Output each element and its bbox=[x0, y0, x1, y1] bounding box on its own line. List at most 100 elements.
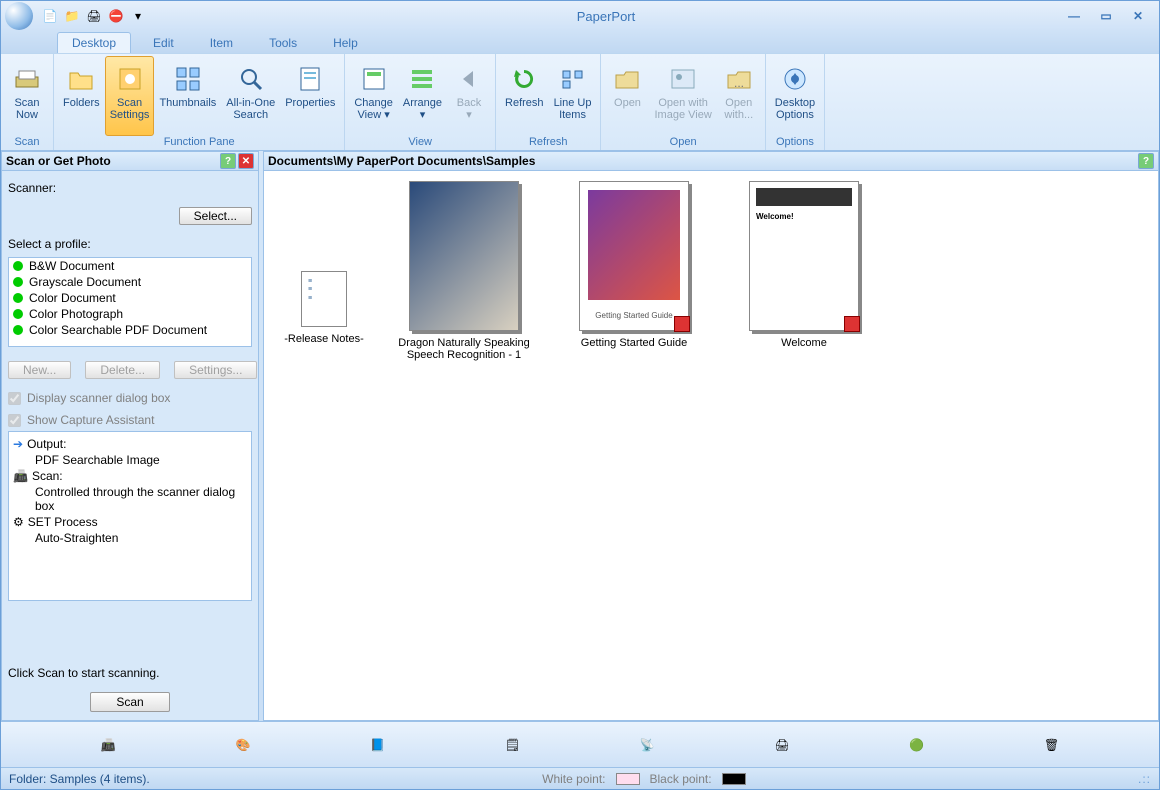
qat-dropdown-icon[interactable]: ▾ bbox=[129, 7, 147, 25]
properties-icon bbox=[294, 63, 326, 95]
help-icon[interactable]: ? bbox=[1138, 153, 1154, 169]
profile-item[interactable]: Color Photograph bbox=[9, 306, 251, 322]
ribbon-scanner-button[interactable]: ScanNow bbox=[5, 56, 49, 136]
profile-settings-button[interactable]: Settings... bbox=[174, 361, 257, 379]
thumbnail-area[interactable]: ≡≡≡-Release Notes- Dragon Naturally Speak… bbox=[263, 171, 1159, 721]
ribbon-change-view-button[interactable]: ChangeView ▾ bbox=[349, 56, 398, 136]
open-with-icon: ... bbox=[723, 63, 755, 95]
minimize-button[interactable]: — bbox=[1065, 9, 1083, 23]
thumbnail-image: Welcome! bbox=[749, 181, 859, 331]
arrange-icon bbox=[406, 63, 438, 95]
ribbon-arrange-button[interactable]: Arrange▾ bbox=[398, 56, 447, 136]
select-scanner-button[interactable]: Select... bbox=[179, 207, 252, 225]
ribbon-open-with-button: ...Openwith... bbox=[717, 56, 761, 136]
sendto-app-icon[interactable]: 🟢 bbox=[902, 730, 932, 760]
arrow-icon: ➔ bbox=[13, 437, 23, 451]
ribbon-scan-settings-button[interactable]: ScanSettings bbox=[105, 56, 155, 136]
display-dialog-checkbox[interactable]: Display scanner dialog box bbox=[8, 391, 252, 405]
group-label: Options bbox=[770, 136, 820, 150]
group-label: View bbox=[349, 136, 491, 150]
group-label: Open bbox=[605, 136, 760, 150]
sendto-printer-icon[interactable]: 🖨 bbox=[767, 730, 797, 760]
profile-list[interactable]: B&W DocumentGrayscale DocumentColor Docu… bbox=[8, 257, 252, 347]
ribbon-label: Line UpItems bbox=[554, 97, 592, 121]
ribbon-label: Refresh bbox=[505, 97, 544, 109]
tab-edit[interactable]: Edit bbox=[139, 33, 188, 53]
scanner-icon: 📠 bbox=[13, 469, 28, 483]
ribbon-label: Folders bbox=[63, 97, 100, 109]
thumbnails-icon bbox=[172, 63, 204, 95]
send-to-bar: 📠 🎨 📘 🗒 📡 🖨 🟢 🗑 bbox=[1, 721, 1159, 767]
tab-help[interactable]: Help bbox=[319, 33, 372, 53]
lineup-icon bbox=[557, 63, 589, 95]
folder-icon bbox=[65, 63, 97, 95]
sendto-notepad-icon[interactable]: 📘 bbox=[363, 730, 393, 760]
svg-text:...: ... bbox=[734, 76, 744, 90]
ribbon-back-button: Back▾ bbox=[447, 56, 491, 136]
profile-item[interactable]: B&W Document bbox=[9, 258, 251, 274]
ribbon-thumbnails-button[interactable]: Thumbnails bbox=[154, 56, 221, 136]
help-icon[interactable]: ? bbox=[220, 153, 236, 169]
status-bar: Folder: Samples (4 items). White point: … bbox=[1, 767, 1159, 789]
ribbon-group-function-pane: Folders ScanSettings Thumbnails All-in-OneS… bbox=[54, 54, 345, 150]
thumbnail-item[interactable]: Getting Started GuideGetting Started Gui… bbox=[564, 181, 704, 349]
tab-desktop[interactable]: Desktop bbox=[57, 32, 131, 53]
tab-item[interactable]: Item bbox=[196, 33, 247, 53]
display-dialog-input[interactable] bbox=[8, 392, 21, 405]
thumbnail-caption: -Release Notes- bbox=[284, 333, 363, 345]
ribbon-folder-button[interactable]: Folders bbox=[58, 56, 105, 136]
tab-tools[interactable]: Tools bbox=[255, 33, 311, 53]
app-title: PaperPort bbox=[147, 9, 1065, 24]
sendto-ftp-icon[interactable]: 📡 bbox=[632, 730, 662, 760]
delete-profile-button[interactable]: Delete... bbox=[85, 361, 160, 379]
qat-stop-icon[interactable]: ⛔ bbox=[107, 7, 125, 25]
ribbon-lineup-button[interactable]: Line UpItems bbox=[549, 56, 597, 136]
ribbon: ScanNowScan Folders ScanSettings Thumbnails… bbox=[1, 53, 1159, 151]
profile-item[interactable]: Color Document bbox=[9, 290, 251, 306]
ribbon-options-button[interactable]: DesktopOptions bbox=[770, 56, 820, 136]
sendto-notes-icon[interactable]: 🗒 bbox=[498, 730, 528, 760]
ribbon-refresh-button[interactable]: Refresh bbox=[500, 56, 549, 136]
scanner-icon bbox=[11, 63, 43, 95]
ribbon-group-view: ChangeView ▾Arrange▾Back▾View bbox=[345, 54, 496, 150]
gear-icon: ⚙ bbox=[13, 515, 24, 529]
show-assistant-input[interactable] bbox=[8, 414, 21, 427]
close-pane-icon[interactable]: ✕ bbox=[238, 153, 254, 169]
profile-item[interactable]: Color Searchable PDF Document bbox=[9, 322, 251, 338]
profile-label: Color Photograph bbox=[29, 307, 123, 321]
thumbnail-caption: Getting Started Guide bbox=[581, 337, 687, 349]
group-label: Scan bbox=[5, 136, 49, 150]
ribbon-properties-button[interactable]: Properties bbox=[280, 56, 340, 136]
show-assistant-checkbox[interactable]: Show Capture Assistant bbox=[8, 413, 252, 427]
sendto-paint-icon[interactable]: 🎨 bbox=[228, 730, 258, 760]
close-button[interactable]: ✕ bbox=[1129, 9, 1147, 23]
qat-folder-icon[interactable]: 📁 bbox=[63, 7, 81, 25]
resize-grip[interactable]: .:: bbox=[1138, 772, 1151, 786]
scan-button[interactable]: Scan bbox=[90, 692, 170, 712]
sendto-recycle-icon[interactable]: 🗑 bbox=[1037, 730, 1067, 760]
maximize-button[interactable]: ▭ bbox=[1097, 9, 1115, 23]
black-point-swatch bbox=[722, 773, 746, 785]
profile-label: Grayscale Document bbox=[29, 275, 141, 289]
thumbnail-item[interactable]: Dragon Naturally Speaking Speech Recogni… bbox=[394, 181, 534, 361]
breadcrumb: Documents\My PaperPort Documents\Samples bbox=[268, 154, 535, 168]
white-point-swatch bbox=[616, 773, 640, 785]
new-profile-button[interactable]: New... bbox=[8, 361, 71, 379]
qat-print-icon[interactable]: 🖨 bbox=[85, 7, 103, 25]
ribbon-label: Thumbnails bbox=[159, 97, 216, 109]
title-bar: 📄 📁 🖨 ⛔ ▾ PaperPort — ▭ ✕ bbox=[1, 1, 1159, 31]
sendto-scanner-icon[interactable]: 📠 bbox=[93, 730, 123, 760]
refresh-icon bbox=[508, 63, 540, 95]
thumbnail-item[interactable]: ≡≡≡-Release Notes- bbox=[284, 271, 364, 345]
qat-new-icon[interactable]: 📄 bbox=[41, 7, 59, 25]
back-icon bbox=[453, 63, 485, 95]
app-icon[interactable] bbox=[5, 2, 33, 30]
left-pane-title: Scan or Get Photo bbox=[6, 154, 111, 168]
ribbon-group-refresh: RefreshLine UpItemsRefresh bbox=[496, 54, 601, 150]
ribbon-search-button[interactable]: All-in-OneSearch bbox=[221, 56, 280, 136]
change-view-icon bbox=[358, 63, 390, 95]
thumbnail-item[interactable]: Welcome!Welcome bbox=[734, 181, 874, 349]
profile-item[interactable]: Grayscale Document bbox=[9, 274, 251, 290]
open-icon bbox=[611, 63, 643, 95]
black-point-label: Black point: bbox=[650, 772, 712, 786]
